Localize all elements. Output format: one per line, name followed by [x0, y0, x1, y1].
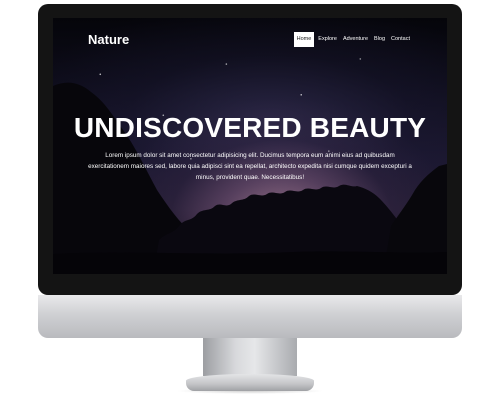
nav-blog-link[interactable]: Blog [372, 33, 387, 46]
hero-description: Lorem ipsum dolor sit amet consectetur a… [88, 152, 412, 181]
main-navigation: Home Explore Adventure Blog Contact [293, 32, 412, 47]
monitor-stand-base [186, 374, 314, 391]
site-logo[interactable]: Nature [88, 32, 129, 47]
desktop-monitor-mockup: Nature Home Explore Adventure Blog Conta… [0, 0, 500, 400]
monitor-stand-neck [203, 338, 297, 376]
website-screen: Nature Home Explore Adventure Blog Conta… [53, 18, 447, 274]
rock-silhouette-background [53, 82, 447, 274]
monitor-chin [38, 295, 462, 338]
nav-explore-link[interactable]: Explore [316, 33, 339, 46]
nav-home-link[interactable]: Home [293, 32, 315, 47]
hero-title: UNDISCOVERED BEAUTY [73, 112, 427, 143]
nav-contact-link[interactable]: Contact [389, 33, 412, 46]
nav-adventure-link[interactable]: Adventure [341, 33, 370, 46]
